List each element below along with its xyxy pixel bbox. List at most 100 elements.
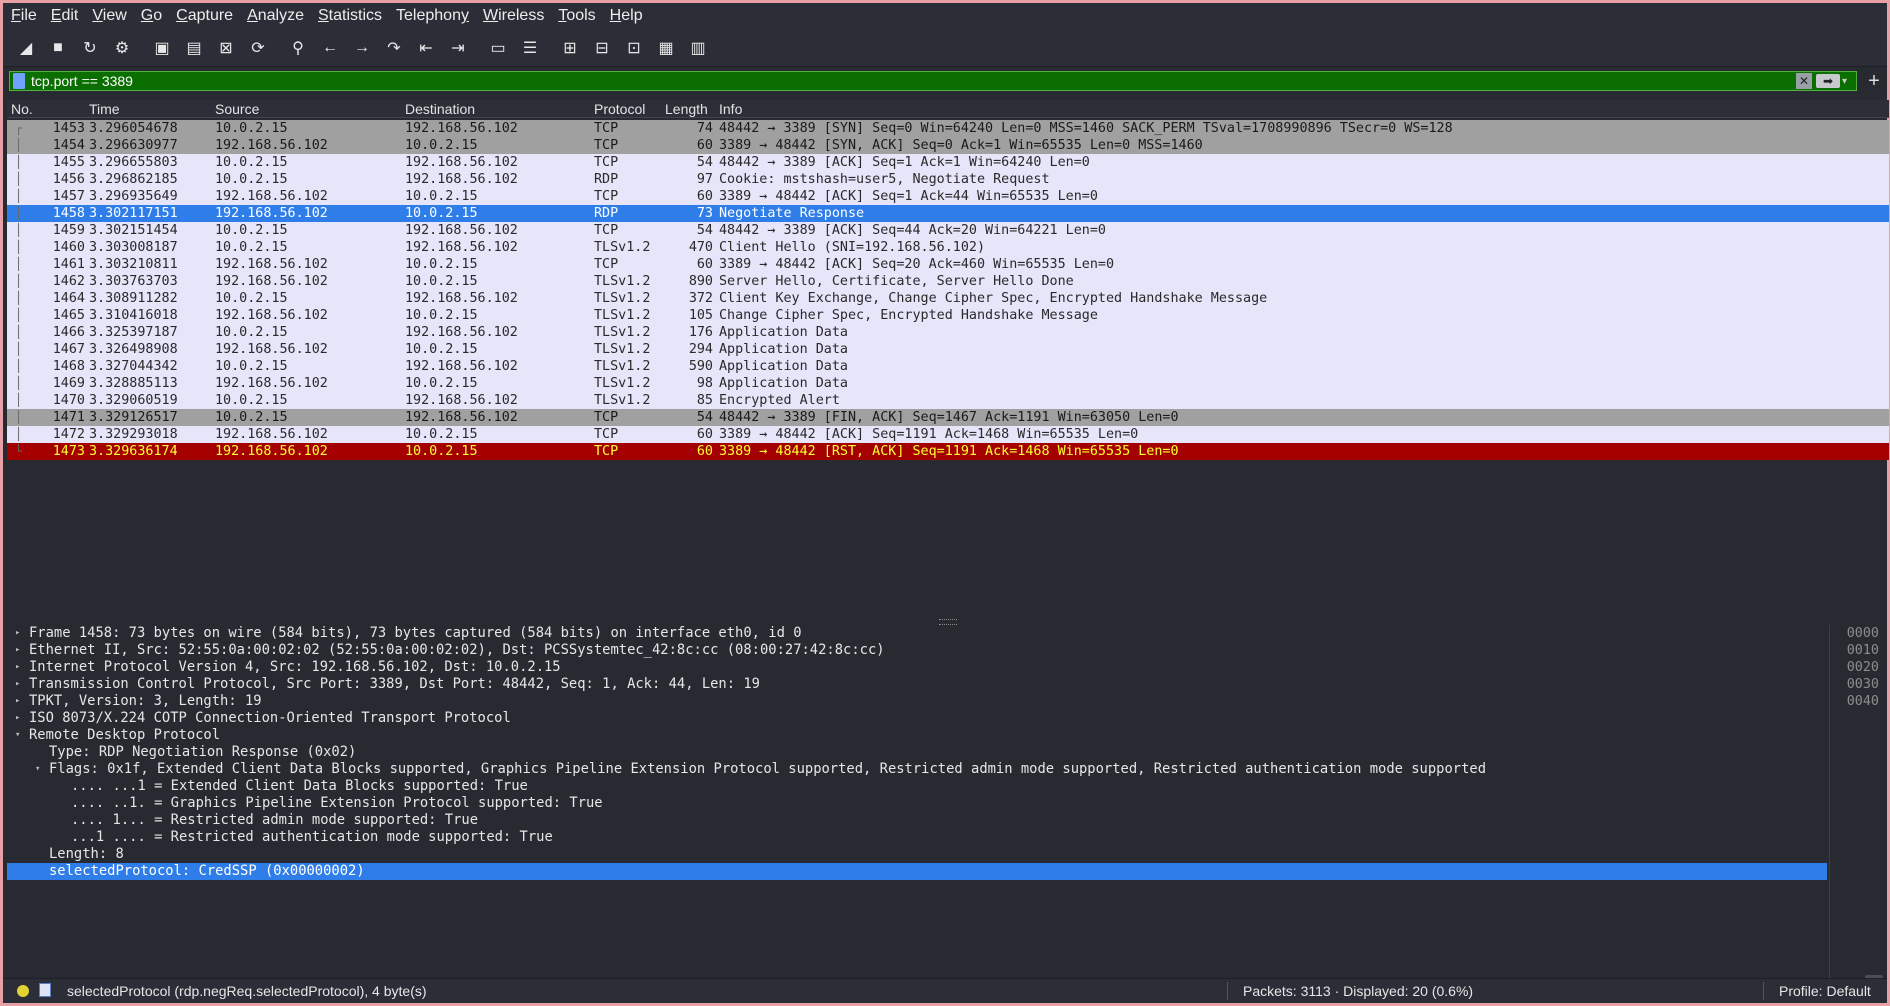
close-file-icon[interactable]: ⊠ xyxy=(213,35,239,61)
column-no[interactable]: No. xyxy=(11,101,33,117)
column-source[interactable]: Source xyxy=(215,101,259,117)
capture-options-gear-icon[interactable]: ⚙ xyxy=(109,35,135,61)
go-back-icon[interactable]: ← xyxy=(317,35,343,61)
expert-info-led-icon[interactable] xyxy=(17,985,29,997)
detail-tree-item[interactable]: ▸ Internet Protocol Version 4, Src: 192.1… xyxy=(7,659,1827,676)
packet-row[interactable]: ┌ 1453 3.296054678 10.0.2.15 192.168.56.102 T… xyxy=(7,120,1889,137)
colorize-icon[interactable]: ☰ xyxy=(517,35,543,61)
packet-row[interactable]: │ 1466 3.325397187 10.0.2.15 192.168.56.102 T… xyxy=(7,324,1889,341)
column-time[interactable]: Time xyxy=(89,101,120,117)
packet-row[interactable]: │ 1470 3.329060519 10.0.2.15 192.168.56.102 T… xyxy=(7,392,1889,409)
menu-capture[interactable]: Capture xyxy=(176,3,233,29)
expanded-arrow-icon[interactable]: ▾ xyxy=(15,727,20,744)
go-to-packet-icon[interactable]: ↷ xyxy=(381,35,407,61)
go-last-icon[interactable]: ⇥ xyxy=(445,35,471,61)
stop-square-icon[interactable]: ■ xyxy=(45,35,71,61)
packet-row[interactable]: │ 1468 3.327044342 10.0.2.15 192.168.56.102 T… xyxy=(7,358,1889,375)
packet-row[interactable]: │ 1458 3.302117151 192.168.56.102 10.0.2.15 R… xyxy=(7,205,1889,222)
packet-row[interactable]: │ 1467 3.326498908 192.168.56.102 10.0.2.15 T… xyxy=(7,341,1889,358)
detail-tree-item[interactable]: .... 1... = Restricted admin mode suppor… xyxy=(7,812,1827,829)
menu-analyze[interactable]: Analyze xyxy=(247,3,304,29)
open-file-icon[interactable]: ▣ xyxy=(149,35,175,61)
filter-text[interactable]: tcp.port == 3389 xyxy=(31,73,1796,89)
packet-protocol: TLSv1.2 xyxy=(594,274,651,289)
packet-row[interactable]: └ 1473 3.329636174 192.168.56.102 10.0.2.15 T… xyxy=(7,443,1889,460)
packet-row[interactable]: │ 1472 3.329293018 192.168.56.102 10.0.2.15 T… xyxy=(7,426,1889,443)
detail-tree-item[interactable]: selectedProtocol: CredSSP (0x00000002) xyxy=(7,863,1827,880)
packet-row[interactable]: │ 1464 3.308911282 10.0.2.15 192.168.56.102 T… xyxy=(7,290,1889,307)
apply-filter-icon[interactable]: ➡ xyxy=(1816,74,1840,88)
packet-row[interactable]: │ 1459 3.302151454 10.0.2.15 192.168.56.102 T… xyxy=(7,222,1889,239)
packet-row[interactable]: │ 1460 3.303008187 10.0.2.15 192.168.56.102 T… xyxy=(7,239,1889,256)
autoscroll-icon[interactable]: ▭ xyxy=(485,35,511,61)
menu-go[interactable]: Go xyxy=(141,3,162,29)
detail-tree-item[interactable]: ▸ Ethernet II, Src: 52:55:0a:00:02:02 (52… xyxy=(7,642,1827,659)
normal-size-icon[interactable]: ⊡ xyxy=(621,35,647,61)
layout-icon[interactable]: ▥ xyxy=(685,35,711,61)
expanded-arrow-icon[interactable]: ▾ xyxy=(35,761,40,778)
packet-bytes-pane: 0000 0010 0020 0030 0040 xyxy=(1835,625,1885,710)
restart-fin-icon[interactable]: ↻ xyxy=(77,35,103,61)
detail-tree-item[interactable]: ▸ TPKT, Version: 3, Length: 19 xyxy=(7,693,1827,710)
column-length[interactable]: Length xyxy=(665,101,708,117)
save-file-icon[interactable]: ▤ xyxy=(181,35,207,61)
packet-row[interactable]: │ 1456 3.296862185 10.0.2.15 192.168.56.102 R… xyxy=(7,171,1889,188)
details-bytes-splitter[interactable] xyxy=(1829,625,1832,985)
collapsed-arrow-icon[interactable]: ▸ xyxy=(15,676,20,693)
menu-telephony[interactable]: Telephony xyxy=(396,3,469,29)
column-info[interactable]: Info xyxy=(719,101,742,117)
packet-no: 1458 xyxy=(52,206,85,221)
go-first-icon[interactable]: ⇤ xyxy=(413,35,439,61)
go-forward-icon[interactable]: → xyxy=(349,35,375,61)
packet-row[interactable]: │ 1455 3.296655803 10.0.2.15 192.168.56.102 T… xyxy=(7,154,1889,171)
capture-comment-icon[interactable] xyxy=(39,983,51,997)
packet-row[interactable]: │ 1461 3.303210811 192.168.56.102 10.0.2.15 T… xyxy=(7,256,1889,273)
column-destination[interactable]: Destination xyxy=(405,101,475,117)
collapsed-arrow-icon[interactable]: ▸ xyxy=(15,710,20,727)
menu-view[interactable]: View xyxy=(92,3,126,29)
detail-tree-item[interactable]: ▾ Remote Desktop Protocol xyxy=(7,727,1827,744)
zoom-in-icon[interactable]: ⊞ xyxy=(557,35,583,61)
menu-file[interactable]: File xyxy=(11,3,37,29)
detail-tree-item[interactable]: ...1 .... = Restricted authentication mo… xyxy=(7,829,1827,846)
detail-text: TPKT, Version: 3, Length: 19 xyxy=(29,693,262,709)
packet-source: 192.168.56.102 xyxy=(215,257,328,272)
clear-filter-icon[interactable]: ✕ xyxy=(1796,73,1812,89)
packet-row[interactable]: │ 1469 3.328885113 192.168.56.102 10.0.2.15 T… xyxy=(7,375,1889,392)
detail-tree-item[interactable]: ▸ Frame 1458: 73 bytes on wire (584 bits)… xyxy=(7,625,1827,642)
detail-tree-item[interactable]: .... ...1 = Extended Client Data Blocks … xyxy=(7,778,1827,795)
packet-row[interactable]: │ 1465 3.310416018 192.168.56.102 10.0.2.15 T… xyxy=(7,307,1889,324)
add-filter-button-icon[interactable]: + xyxy=(1863,71,1885,91)
menu-help[interactable]: Help xyxy=(610,3,643,29)
filter-bookmark-icon[interactable] xyxy=(13,73,25,89)
packet-row[interactable]: │ 1462 3.303763703 192.168.56.102 10.0.2.15 T… xyxy=(7,273,1889,290)
detail-tree-item[interactable]: ▸ ISO 8073/X.224 COTP Connection-Oriented… xyxy=(7,710,1827,727)
collapsed-arrow-icon[interactable]: ▸ xyxy=(15,625,20,642)
packet-row[interactable]: │ 1471 3.329126517 10.0.2.15 192.168.56.102 T… xyxy=(7,409,1889,426)
menu-edit[interactable]: Edit xyxy=(51,3,79,29)
detail-tree-item[interactable]: Type: RDP Negotiation Response (0x02) xyxy=(7,744,1827,761)
detail-tree-item[interactable]: .... ..1. = Graphics Pipeline Extension … xyxy=(7,795,1827,812)
collapsed-arrow-icon[interactable]: ▸ xyxy=(15,659,20,676)
resize-columns-icon[interactable]: ▦ xyxy=(653,35,679,61)
shark-fin-start-icon[interactable]: ◢ xyxy=(13,35,39,61)
detail-tree-item[interactable]: Length: 8 xyxy=(7,846,1827,863)
detail-tree-item[interactable]: ▾ Flags: 0x1f, Extended Client Data Block… xyxy=(7,761,1827,778)
display-filter-input[interactable]: tcp.port == 3389 ✕ ➡ ▾ xyxy=(9,71,1857,91)
packet-row[interactable]: │ 1457 3.296935649 192.168.56.102 10.0.2.15 T… xyxy=(7,188,1889,205)
reload-file-icon[interactable]: ⟳ xyxy=(245,35,271,61)
menu-statistics[interactable]: Statistics xyxy=(318,3,382,29)
collapsed-arrow-icon[interactable]: ▸ xyxy=(15,693,20,710)
column-protocol[interactable]: Protocol xyxy=(594,101,645,117)
filter-history-dropdown-icon[interactable]: ▾ xyxy=(1842,76,1852,87)
find-packet-icon[interactable]: ⚲ xyxy=(285,35,311,61)
zoom-out-icon[interactable]: ⊟ xyxy=(589,35,615,61)
detail-tree-item[interactable]: ▸ Transmission Control Protocol, Src Port… xyxy=(7,676,1827,693)
menu-wireless[interactable]: Wireless xyxy=(483,3,544,29)
packet-info: 3389 → 48442 [SYN, ACK] Seq=0 Ack=1 Win=… xyxy=(719,138,1203,153)
menu-tools[interactable]: Tools xyxy=(558,3,595,29)
collapsed-arrow-icon[interactable]: ▸ xyxy=(15,642,20,659)
status-profile[interactable]: Profile: Default xyxy=(1779,983,1871,999)
packet-row[interactable]: │ 1454 3.296630977 192.168.56.102 10.0.2.15 T… xyxy=(7,137,1889,154)
packet-source: 192.168.56.102 xyxy=(215,308,328,323)
